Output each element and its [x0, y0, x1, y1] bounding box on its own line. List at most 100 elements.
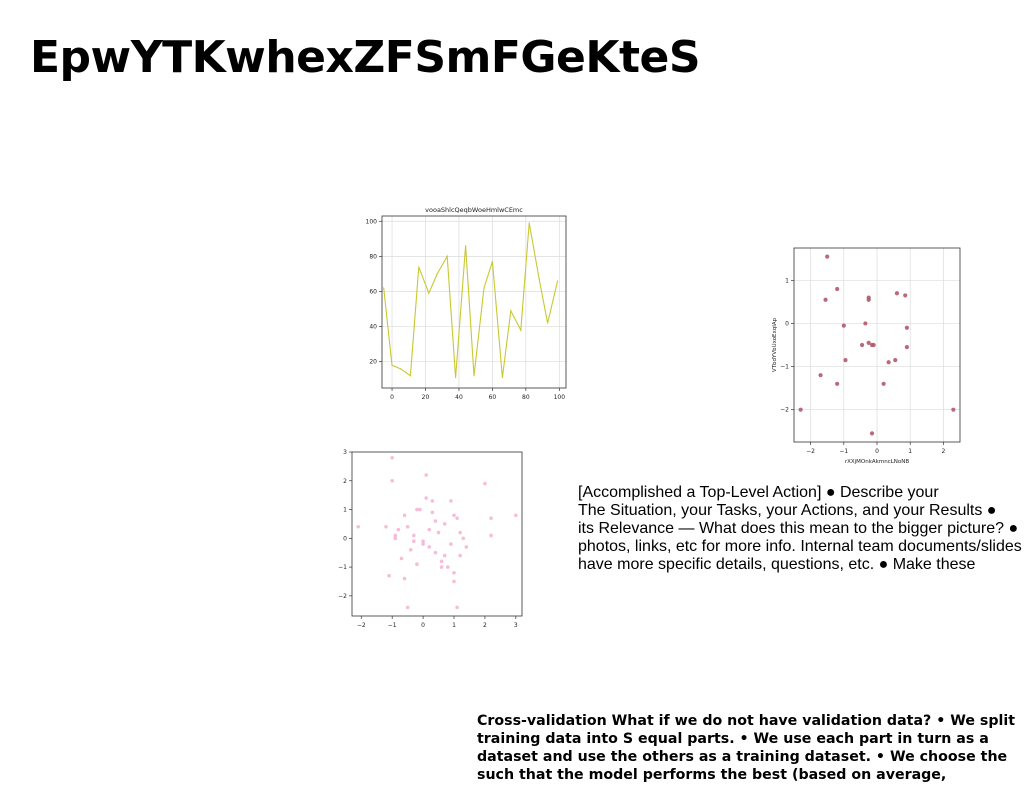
data-point — [489, 516, 493, 520]
data-point — [866, 295, 871, 300]
x-tick-label: 3 — [514, 622, 518, 629]
data-point — [402, 513, 407, 518]
data-point — [412, 533, 416, 538]
data-point — [415, 562, 419, 567]
data-point — [483, 481, 487, 486]
x-tick-label: −1 — [839, 448, 848, 455]
data-point — [399, 556, 404, 561]
scatter-chart-red: −2 −1 0 1 2 −2 −1 0 1 rXXjMOnkAkmncLNoNB VTbdYVbUx… — [772, 240, 968, 466]
data-point — [510, 310, 512, 312]
data-point — [894, 291, 900, 296]
data-point — [520, 329, 522, 331]
x-tick-label: −2 — [357, 622, 366, 629]
data-point — [464, 545, 469, 549]
data-point — [442, 522, 447, 526]
y-tick-label: 0 — [343, 535, 347, 542]
x-tick-label: −1 — [388, 622, 397, 629]
data-point — [473, 375, 475, 377]
footer-text: Cross-validation What if we do not have … — [477, 712, 1022, 784]
body-line: photos, links, etc for more info. Intern… — [578, 538, 1022, 555]
line-chart: 0 20 40 60 80 100 20 40 60 80 100 vooaShlcQeqbWoeHm… — [352, 202, 576, 406]
y-tick-label: 20 — [369, 359, 377, 366]
data-point — [458, 530, 462, 535]
y-tick-label: 60 — [369, 288, 377, 295]
data-point — [433, 519, 438, 523]
data-point — [538, 278, 540, 280]
data-point — [881, 381, 886, 386]
data-point — [871, 342, 876, 348]
footer-line: dataset and use the others as a training… — [477, 749, 1008, 765]
data-point — [424, 496, 428, 500]
data-point — [893, 357, 898, 363]
data-point — [421, 539, 425, 543]
data-point — [452, 579, 456, 584]
data-point — [408, 548, 413, 552]
x-tick-label: 0 — [390, 394, 394, 401]
y-tick-label: 0 — [785, 320, 789, 327]
data-point — [951, 407, 956, 412]
data-point — [869, 431, 875, 436]
data-point — [424, 473, 428, 477]
body-line: The Situation, your Tasks, your Actions,… — [578, 502, 997, 519]
x-tick-label: 1 — [908, 448, 912, 455]
x-tick-label: 1 — [452, 622, 456, 629]
data-point — [436, 530, 441, 535]
data-point — [489, 533, 493, 538]
data-point — [383, 287, 385, 289]
body-text: [Accomplished a Top-Level Action] ● Desc… — [578, 484, 1022, 574]
scatter-chart-pink: −2 −1 0 1 2 3 −2 −1 0 1 2 3 — [336, 444, 532, 630]
y-tick-label: −2 — [338, 593, 347, 600]
data-point — [798, 407, 803, 412]
x-tick-label: 20 — [422, 394, 430, 401]
data-point — [446, 255, 448, 257]
data-point — [405, 525, 410, 529]
data-point — [818, 373, 823, 378]
x-tick-label: −2 — [806, 448, 815, 455]
data-point — [356, 525, 360, 529]
y-tick-label: −2 — [780, 407, 789, 414]
data-point — [387, 573, 391, 578]
x-tick-label: 0 — [421, 622, 425, 629]
data-point — [430, 510, 435, 515]
data-point — [835, 381, 840, 386]
x-tick-label: 60 — [489, 394, 497, 401]
y-tick-label: 100 — [366, 218, 378, 225]
data-point — [903, 293, 908, 298]
data-point — [430, 499, 435, 503]
data-point — [455, 376, 457, 379]
y-tick-label: 3 — [343, 449, 347, 456]
data-point — [418, 266, 420, 268]
footer-line: training data into S equal parts. • We u… — [477, 731, 989, 747]
data-point — [465, 245, 467, 247]
data-point — [859, 342, 865, 348]
footer-line: such that the model performs the best (b… — [477, 767, 947, 783]
y-tick-label: −1 — [338, 564, 347, 571]
data-point — [405, 605, 410, 610]
data-point — [547, 322, 549, 324]
data-point — [835, 286, 840, 292]
data-point — [402, 576, 407, 581]
body-line: have more specific details, questions, e… — [578, 556, 976, 573]
y-tick-label: −1 — [780, 364, 789, 371]
x-tick-label: 2 — [483, 622, 487, 629]
y-tick-label: 1 — [343, 507, 347, 514]
data-point — [825, 254, 830, 259]
data-point — [446, 565, 450, 569]
data-point — [439, 565, 444, 569]
data-point — [886, 360, 891, 365]
footer-line: Cross-validation What if we do not have … — [477, 713, 1016, 729]
data-point — [384, 525, 388, 529]
x-tick-label: 80 — [522, 394, 530, 401]
data-point — [396, 527, 401, 532]
data-point — [418, 507, 422, 512]
data-point — [390, 478, 394, 483]
data-point — [452, 571, 456, 575]
data-point — [904, 345, 909, 350]
data-point — [528, 222, 530, 224]
plot-frame — [351, 451, 523, 617]
data-point — [452, 513, 456, 518]
scatter-chart-red-canvas: −2 −1 0 1 2 −2 −1 0 1 rXXjMOnkAkmncLNoNB VTbdYVbUx… — [772, 247, 961, 465]
data-point — [436, 273, 438, 275]
data-point — [863, 321, 868, 326]
data-point — [442, 553, 447, 558]
